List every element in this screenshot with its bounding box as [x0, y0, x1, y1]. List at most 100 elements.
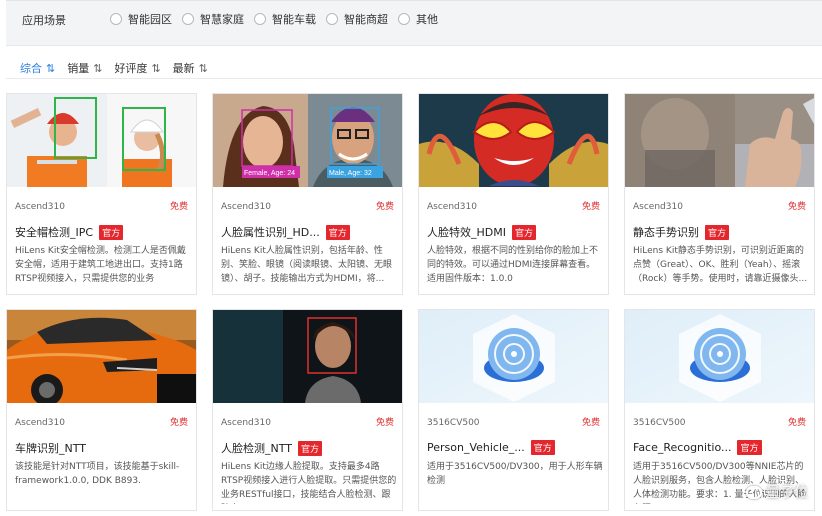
hardware-chip-label: 3516CV500: [427, 418, 480, 428]
face-effects-image: [419, 94, 608, 187]
radio-circle-icon[interactable]: [398, 13, 410, 25]
skill-card-face-recognition[interactable]: 3516CV500 免费 Face_Recognitio... 官方 适用于35…: [624, 309, 815, 511]
card-description: 该技能是针对NTT项目，该技能基于skill-framework1.0.0, D…: [15, 462, 180, 486]
scenario-radio-group: 智能园区 智慧家庭 智能车载 智能商超 其他: [110, 11, 448, 27]
official-badge: 官方: [705, 224, 730, 240]
price-label: 免费: [787, 418, 806, 428]
skill-card-person-vehicle[interactable]: 3516CV500 免费 Person_Vehicle_... 官方 适用于35…: [418, 309, 609, 511]
female-age-overlay-text: Female, Age: 24: [244, 170, 295, 177]
card-title: Face_Recognitio...: [633, 441, 732, 454]
sort-arrows-icon: ⇅: [151, 61, 160, 75]
price-label: 免费: [581, 202, 600, 212]
car-image: [7, 310, 196, 403]
radio-label: 智能车载: [272, 13, 316, 26]
chat-bubble-icon: [746, 485, 762, 499]
card-title-row: 静态手势识别 官方: [633, 224, 811, 240]
hardware-chip-label: Ascend310: [633, 202, 683, 212]
skill-card-license-plate[interactable]: Ascend310 免费 车牌识别_NTT 该技能是针对NTT项目，该技能基于s…: [6, 309, 197, 511]
child-face-image: [213, 310, 402, 403]
price-label: 免费: [169, 202, 188, 212]
watermark: 量子位: [746, 482, 808, 502]
radio-label: 智慧家庭: [200, 13, 244, 26]
card-description: HiLens Kit静态手势识别，可识别近距离的点赞（Great）、OK、胜利（…: [633, 246, 808, 284]
radio-circle-icon[interactable]: [182, 13, 194, 25]
card-description: HiLens Kit边缘人脸提取。支持最多4路RTSP视频接入进行人脸提取。只需…: [221, 462, 397, 500]
hardware-chip-label: Ascend310: [221, 418, 271, 428]
skill-card-face-detection[interactable]: Ascend310 免费 人脸检测_NTT 官方 HiLens Kit边缘人脸提…: [212, 309, 403, 511]
card-title: 静态手势识别: [633, 226, 699, 239]
price-label: 免费: [581, 418, 600, 428]
sort-divider: [6, 78, 822, 79]
sort-rating[interactable]: 好评度 ⇅: [114, 60, 160, 76]
male-age-overlay-text: Male, Age: 32: [329, 170, 372, 177]
sort-arrows-icon: ⇅: [46, 61, 55, 75]
hardware-chip-label: Ascend310: [15, 418, 65, 428]
card-thumbnail: [419, 310, 608, 403]
sort-bar: 综合 ⇅ 销量 ⇅ 好评度 ⇅ 最新 ⇅: [20, 60, 220, 76]
radio-label: 智能商超: [344, 13, 388, 26]
official-badge: 官方: [99, 224, 124, 240]
face-attributes-image: Female, Age: 24 Male, Age: 32: [213, 94, 402, 187]
card-thumbnail: [419, 94, 608, 187]
radio-label: 智能园区: [128, 13, 172, 26]
card-thumbnail: [625, 310, 814, 403]
card-thumbnail: [625, 94, 814, 187]
gesture-image: [625, 94, 814, 187]
card-description: HiLens Kit人脸属性识别，包括年龄、性别、笑脸、眼镜（阅读眼镜、太阳镜、…: [221, 246, 393, 284]
radio-smart-supermarket[interactable]: 智能商超: [326, 11, 388, 27]
card-title: Person_Vehicle_...: [427, 441, 525, 454]
official-badge: 官方: [511, 224, 536, 240]
skill-card-face-effects[interactable]: Ascend310 免费 人脸特效_HDMI 官方 人脸特效，根据不同的性别给你…: [418, 93, 609, 295]
radio-smart-home[interactable]: 智慧家庭: [182, 11, 244, 27]
chip-skill-icon: [419, 310, 608, 403]
card-title: 安全帽检测_IPC: [15, 226, 94, 239]
radio-circle-icon[interactable]: [254, 13, 266, 25]
hardware-chip-label: Ascend310: [221, 202, 271, 212]
card-title-row: 车牌识别_NTT: [15, 440, 193, 456]
helmet-scene-image: [7, 94, 196, 187]
price-label: 免费: [375, 202, 394, 212]
card-thumbnail: [7, 94, 196, 187]
card-thumbnail: [7, 310, 196, 403]
chip-skill-icon: [625, 310, 814, 403]
radio-smart-park[interactable]: 智能园区: [110, 11, 172, 27]
radio-circle-icon[interactable]: [326, 13, 338, 25]
price-label: 免费: [787, 202, 806, 212]
sort-label: 综合: [20, 62, 42, 75]
sort-label: 销量: [67, 62, 90, 75]
sort-label: 最新: [172, 62, 195, 75]
skill-card-static-gesture[interactable]: Ascend310 免费 静态手势识别 官方 HiLens Kit静态手势识别，…: [624, 93, 815, 295]
card-description: HiLens Kit安全帽检测。检测工人是否佩戴安全帽，适用于建筑工地进出口。支…: [15, 246, 186, 284]
card-description: 人脸特效，根据不同的性别给你的脸加上不同的特效。可以通过HDMI连接屏幕查看。适…: [427, 246, 599, 284]
skill-card-helmet-detection[interactable]: Ascend310 免费 安全帽检测_IPC 官方 HiLens Kit安全帽检…: [6, 93, 197, 295]
card-title: 人脸特效_HDMI: [427, 226, 506, 239]
price-label: 免费: [375, 418, 394, 428]
radio-other[interactable]: 其他: [398, 11, 438, 27]
card-title-row: 人脸特效_HDMI 官方: [427, 224, 605, 240]
card-title: 人脸属性识别_HD...: [221, 226, 320, 239]
hardware-chip-label: Ascend310: [15, 202, 65, 212]
card-title: 人脸检测_NTT: [221, 442, 292, 455]
card-thumbnail: [213, 310, 402, 403]
radio-circle-icon[interactable]: [110, 13, 122, 25]
price-label: 免费: [169, 418, 188, 428]
card-title-row: 人脸属性识别_HD... 官方: [221, 224, 399, 240]
sort-arrows-icon: ⇅: [93, 61, 102, 75]
skill-card-face-attributes[interactable]: Female, Age: 24 Male, Age: 32 Ascend310 …: [212, 93, 403, 295]
sort-newest[interactable]: 最新 ⇅: [172, 60, 208, 76]
radio-label: 其他: [416, 13, 438, 26]
official-badge: 官方: [297, 440, 322, 456]
sort-sales[interactable]: 销量 ⇅: [67, 60, 102, 76]
card-title-row: Person_Vehicle_... 官方: [427, 440, 605, 455]
radio-smart-vehicle[interactable]: 智能车载: [254, 11, 316, 27]
scenario-filter-label: 应用场景: [22, 14, 66, 27]
scenario-filter-panel: 应用场景 智能园区 智慧家庭 智能车载 智能商超 其他: [6, 0, 822, 46]
sort-comprehensive[interactable]: 综合 ⇅: [20, 60, 55, 76]
card-title: 车牌识别_NTT: [15, 442, 86, 455]
official-badge: 官方: [530, 440, 555, 455]
card-title-row: 安全帽检测_IPC 官方: [15, 224, 193, 240]
sort-arrows-icon: ⇅: [198, 61, 208, 75]
panel-divider: [6, 0, 822, 1]
card-thumbnail: Female, Age: 24 Male, Age: 32: [213, 94, 402, 187]
watermark-text: 量子位: [766, 485, 808, 501]
